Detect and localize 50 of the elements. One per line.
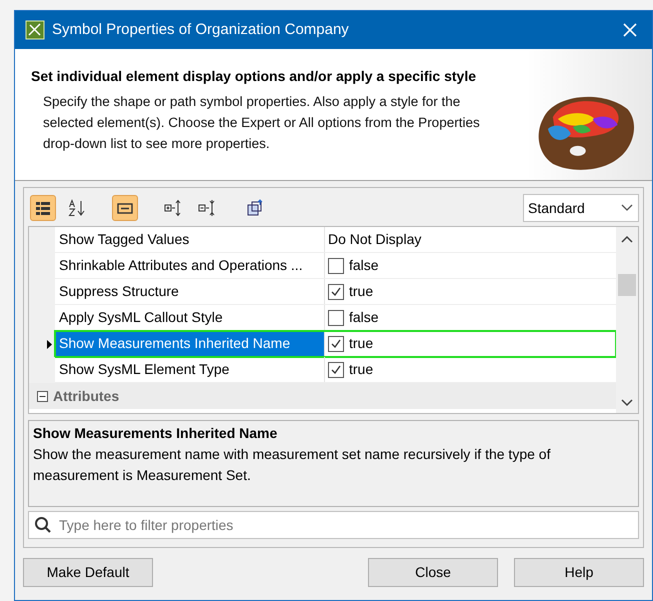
row-pointer-icon: [47, 340, 52, 348]
description-panel-button[interactable]: [112, 195, 138, 221]
property-name[interactable]: Suppress Structure: [55, 279, 325, 304]
property-row[interactable]: Show Tagged Values Do Not Display: [55, 227, 616, 253]
collapse-toggle[interactable]: [37, 390, 48, 402]
property-row[interactable]: Shrinkable Attributes and Operations ... false: [55, 253, 616, 279]
dialog-button[interactable]: Help: [514, 558, 644, 587]
search-icon: [34, 516, 52, 534]
property-value: true: [349, 282, 374, 301]
close-icon: [622, 22, 638, 38]
collapse-all-icon: [198, 199, 216, 217]
property-value: false: [349, 256, 379, 275]
description-title: Show Measurements Inherited Name: [33, 424, 278, 443]
filter-field[interactable]: Type here to filter properties: [28, 511, 639, 539]
open-in-window-icon: [246, 199, 264, 217]
property-value: true: [349, 360, 374, 379]
property-value: true: [349, 334, 374, 353]
property-name[interactable]: Show Tagged Values: [55, 227, 325, 252]
expand-all-icon: [164, 199, 182, 217]
property-value: false: [349, 308, 379, 327]
scroll-thumb[interactable]: [618, 274, 636, 296]
group-header: Attributes: [53, 386, 120, 406]
property-row[interactable]: Show Measurements Inherited Name true: [55, 331, 616, 357]
checkbox[interactable]: [328, 362, 344, 378]
property-name[interactable]: Apply SysML Callout Style: [55, 305, 325, 330]
dialog-button[interactable]: Close: [368, 558, 498, 587]
dialog-button[interactable]: Make Default: [23, 558, 153, 587]
diagram-icon: [25, 20, 45, 40]
scroll-down-icon[interactable]: [621, 399, 633, 407]
sort-icon: [68, 199, 86, 217]
property-name[interactable]: Show SysML Element Type: [55, 357, 325, 382]
checkbox[interactable]: [328, 336, 344, 352]
checkbox[interactable]: [328, 258, 344, 274]
property-row[interactable]: Suppress Structure true: [55, 279, 616, 305]
header-description: Specify the shape or path symbol properties. Also apply a style for the selected element(s). Choose the Expert or All options from the Properties drop-down list to see more properties.: [42, 93, 481, 153]
grouped-list-button[interactable]: [30, 195, 56, 221]
scrollbar[interactable]: [616, 227, 638, 413]
mode-dropdown[interactable]: Standard: [523, 194, 639, 222]
description-text: Show the measurement name with measurement set name recursively if the type of measurement is Measurement Set.: [33, 445, 552, 485]
window-title: Symbol Properties of Organization Company: [52, 20, 349, 40]
chevron-down-icon: [621, 204, 633, 212]
grouped-list-icon: [34, 199, 52, 217]
scroll-up-icon[interactable]: [621, 235, 633, 243]
header-heading: Set individual element display options and/or apply a specific style: [31, 67, 478, 86]
checkbox[interactable]: [328, 284, 344, 300]
property-name[interactable]: Show Measurements Inherited Name: [55, 331, 325, 356]
checkbox[interactable]: [328, 310, 344, 326]
property-value: Do Not Display: [328, 230, 422, 249]
property-row[interactable]: Apply SysML Callout Style false: [55, 305, 616, 331]
property-name[interactable]: Shrinkable Attributes and Operations ...: [55, 253, 325, 278]
